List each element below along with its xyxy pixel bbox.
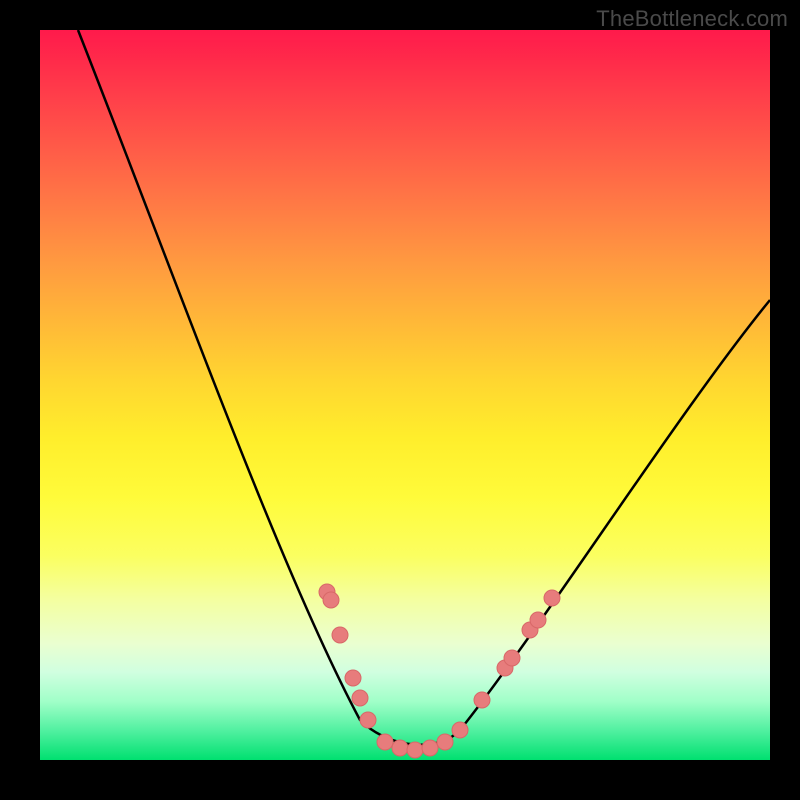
dots-bottom [377, 734, 453, 758]
data-point [360, 712, 376, 728]
bottleneck-curve [78, 30, 770, 745]
data-point [504, 650, 520, 666]
data-point [544, 590, 560, 606]
data-point [352, 690, 368, 706]
data-point [377, 734, 393, 750]
data-point [530, 612, 546, 628]
data-point [474, 692, 490, 708]
dots-right [452, 590, 560, 738]
plot-area [40, 30, 770, 760]
data-point [407, 742, 423, 758]
data-point [332, 627, 348, 643]
chart-stage: TheBottleneck.com [0, 0, 800, 800]
watermark-text: TheBottleneck.com [596, 6, 788, 32]
data-point [422, 740, 438, 756]
chart-svg [40, 30, 770, 760]
data-point [345, 670, 361, 686]
data-point [323, 592, 339, 608]
data-point [437, 734, 453, 750]
data-point [452, 722, 468, 738]
data-point [392, 740, 408, 756]
